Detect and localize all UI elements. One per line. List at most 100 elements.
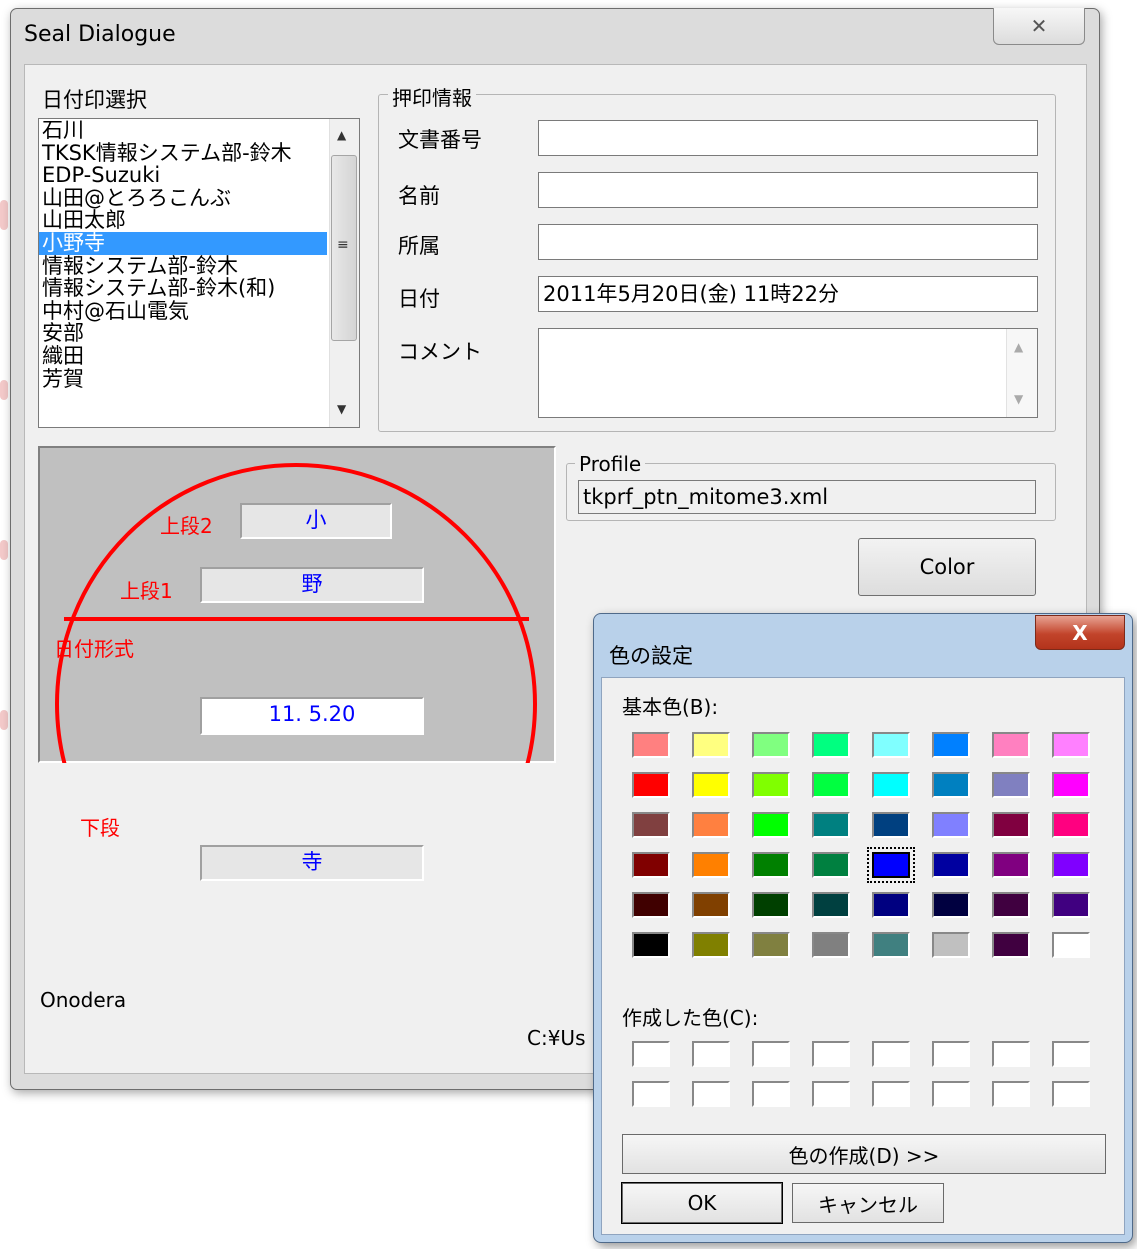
basic-color-swatch[interactable] [752, 852, 790, 878]
list-item[interactable]: 織田 [39, 345, 327, 368]
list-item[interactable]: 石川 [39, 119, 327, 142]
custom-color-swatch[interactable] [1052, 1081, 1090, 1107]
scroll-up-arrow-icon[interactable]: ▲ [337, 128, 346, 142]
basic-color-swatch[interactable] [692, 812, 730, 838]
basic-color-swatch[interactable] [692, 772, 730, 798]
basic-color-swatch[interactable] [1052, 892, 1090, 918]
basic-color-swatch[interactable] [752, 812, 790, 838]
seal-dialog-close-button[interactable]: ✕ [993, 8, 1085, 45]
upper1-field[interactable]: 野 [200, 567, 424, 603]
basic-color-swatch[interactable] [692, 932, 730, 958]
stamp-date-field[interactable]: 11. 5.20 [200, 697, 424, 735]
custom-color-swatch[interactable] [1052, 1041, 1090, 1067]
basic-color-swatch[interactable] [692, 852, 730, 878]
upper2-field[interactable]: 小 [240, 503, 392, 539]
basic-color-swatch[interactable] [632, 732, 670, 758]
basic-color-swatch[interactable] [932, 892, 970, 918]
basic-color-swatch[interactable] [632, 892, 670, 918]
custom-color-swatch[interactable] [872, 1041, 910, 1067]
basic-color-swatch[interactable] [1052, 812, 1090, 838]
basic-color-swatch[interactable] [932, 852, 970, 878]
custom-color-swatch[interactable] [992, 1041, 1030, 1067]
seal-list-items: 石川 TKSK情報システム部-鈴木 EDP-Suzuki 山田@とろろこんぶ 山田太郎小… [39, 119, 359, 390]
basic-color-swatch[interactable] [812, 732, 850, 758]
custom-color-swatch[interactable] [692, 1041, 730, 1067]
custom-color-swatch[interactable] [872, 1081, 910, 1107]
basic-color-swatch[interactable] [812, 892, 850, 918]
basic-color-swatch[interactable] [632, 852, 670, 878]
basic-color-swatch[interactable] [992, 932, 1030, 958]
custom-color-swatch[interactable] [812, 1081, 850, 1107]
date-label: 日付 [398, 287, 440, 311]
list-item[interactable]: 情報システム部-鈴木 [39, 255, 327, 278]
scroll-down-arrow-icon[interactable]: ▼ [337, 402, 346, 416]
seal-listbox[interactable]: 石川 TKSK情報システム部-鈴木 EDP-Suzuki 山田@とろろこんぶ 山田太郎小… [38, 118, 360, 428]
basic-color-swatch[interactable] [752, 772, 790, 798]
basic-color-swatch[interactable] [867, 847, 915, 883]
basic-color-swatch[interactable] [1052, 852, 1090, 878]
list-item[interactable]: 小野寺 [39, 231, 327, 255]
comment-scroll-down-icon[interactable]: ▼ [1014, 392, 1023, 406]
name-field[interactable] [538, 172, 1038, 208]
basic-color-swatch[interactable] [632, 772, 670, 798]
date-field[interactable]: 2011年5月20日(金) 11時22分 [538, 276, 1038, 312]
lower-field[interactable]: 寺 [200, 845, 424, 881]
custom-color-swatch[interactable] [632, 1041, 670, 1067]
basic-color-swatch[interactable] [812, 812, 850, 838]
color-button[interactable]: Color [858, 538, 1036, 596]
basic-color-swatch[interactable] [992, 732, 1030, 758]
basic-color-swatch[interactable] [1052, 932, 1090, 958]
basic-color-swatch[interactable] [752, 732, 790, 758]
custom-color-swatch[interactable] [992, 1081, 1030, 1107]
basic-color-swatch[interactable] [932, 772, 970, 798]
upper2-label: 上段2 [160, 514, 213, 538]
cancel-button[interactable]: キャンセル [792, 1183, 944, 1223]
doc-number-field[interactable] [538, 120, 1038, 156]
basic-color-swatch[interactable] [812, 772, 850, 798]
basic-color-swatch[interactable] [812, 852, 850, 878]
basic-color-swatch[interactable] [872, 812, 910, 838]
basic-color-swatch[interactable] [872, 772, 910, 798]
comment-scroll-up-icon[interactable]: ▲ [1014, 340, 1023, 354]
list-item[interactable]: 山田@とろろこんぶ [39, 187, 327, 210]
custom-color-swatch[interactable] [752, 1081, 790, 1107]
basic-color-swatch[interactable] [692, 732, 730, 758]
basic-color-swatch[interactable] [992, 772, 1030, 798]
custom-color-swatch[interactable] [632, 1081, 670, 1107]
list-item[interactable]: 芳賀 [39, 368, 327, 391]
basic-color-swatch[interactable] [632, 812, 670, 838]
basic-color-swatch[interactable] [932, 812, 970, 838]
color-dialog-close-button[interactable]: X [1035, 615, 1125, 650]
basic-color-swatch[interactable] [872, 732, 910, 758]
basic-color-swatch[interactable] [632, 932, 670, 958]
dept-field[interactable] [538, 224, 1038, 260]
basic-color-swatch[interactable] [992, 812, 1030, 838]
basic-color-swatch[interactable] [692, 892, 730, 918]
list-item[interactable]: EDP-Suzuki [39, 164, 327, 187]
list-item[interactable]: TKSK情報システム部-鈴木 [39, 142, 327, 165]
basic-color-swatch[interactable] [992, 892, 1030, 918]
list-item[interactable]: 中村@石山電気 [39, 300, 327, 323]
list-item[interactable]: 山田太郎 [39, 209, 327, 232]
basic-color-swatch[interactable] [1052, 772, 1090, 798]
stamp-info-group-title: 押印情報 [388, 82, 476, 111]
basic-color-swatch[interactable] [932, 732, 970, 758]
define-custom-colors-button[interactable]: 色の作成(D) >> [622, 1134, 1106, 1174]
custom-color-swatch[interactable] [692, 1081, 730, 1107]
basic-color-swatch[interactable] [1052, 732, 1090, 758]
list-item[interactable]: 安部 [39, 322, 327, 345]
basic-color-swatch[interactable] [812, 932, 850, 958]
basic-color-swatch[interactable] [932, 932, 970, 958]
ok-button[interactable]: OK [621, 1182, 783, 1224]
basic-color-swatch[interactable] [872, 932, 910, 958]
basic-color-swatch[interactable] [752, 932, 790, 958]
comment-textarea[interactable] [538, 328, 1038, 418]
custom-color-swatch[interactable] [932, 1041, 970, 1067]
basic-color-swatch[interactable] [992, 852, 1030, 878]
list-item[interactable]: 情報システム部-鈴木(和) [39, 277, 327, 300]
custom-color-swatch[interactable] [752, 1041, 790, 1067]
basic-color-swatch[interactable] [752, 892, 790, 918]
custom-color-swatch[interactable] [932, 1081, 970, 1107]
basic-color-swatch[interactable] [872, 892, 910, 918]
custom-color-swatch[interactable] [812, 1041, 850, 1067]
